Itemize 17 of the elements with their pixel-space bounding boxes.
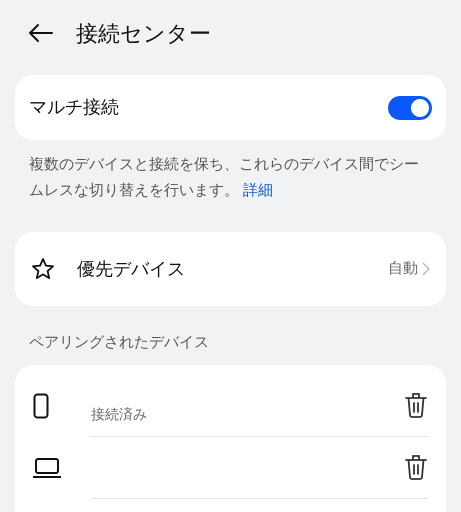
page-title: 接続センター [76,20,211,48]
laptop-icon [33,456,61,478]
back-icon[interactable] [28,23,54,43]
section-title: ペアリングされたデバイス [29,333,210,353]
phone-icon [33,392,49,418]
delete-icon[interactable] [404,392,428,418]
star-icon [31,257,55,281]
setting-value: 自動 [388,258,418,279]
description-text: 複数のデバイスと接続を保ち、これらのデバイス間でシームレスな切り替えを行います。 詳細 [29,155,420,201]
toggle-switch[interactable] [388,96,432,120]
setting-label: 優先デバイス [77,258,186,280]
delete-icon[interactable] [404,454,428,480]
details-link[interactable]: 詳細 [243,182,273,199]
chevron-right-icon [422,262,430,276]
preferred-device-row[interactable]: 優先デバイス 自動 [15,232,446,306]
setting-label: マルチ接続 [29,96,119,119]
device-status: 接続済み [91,404,147,424]
